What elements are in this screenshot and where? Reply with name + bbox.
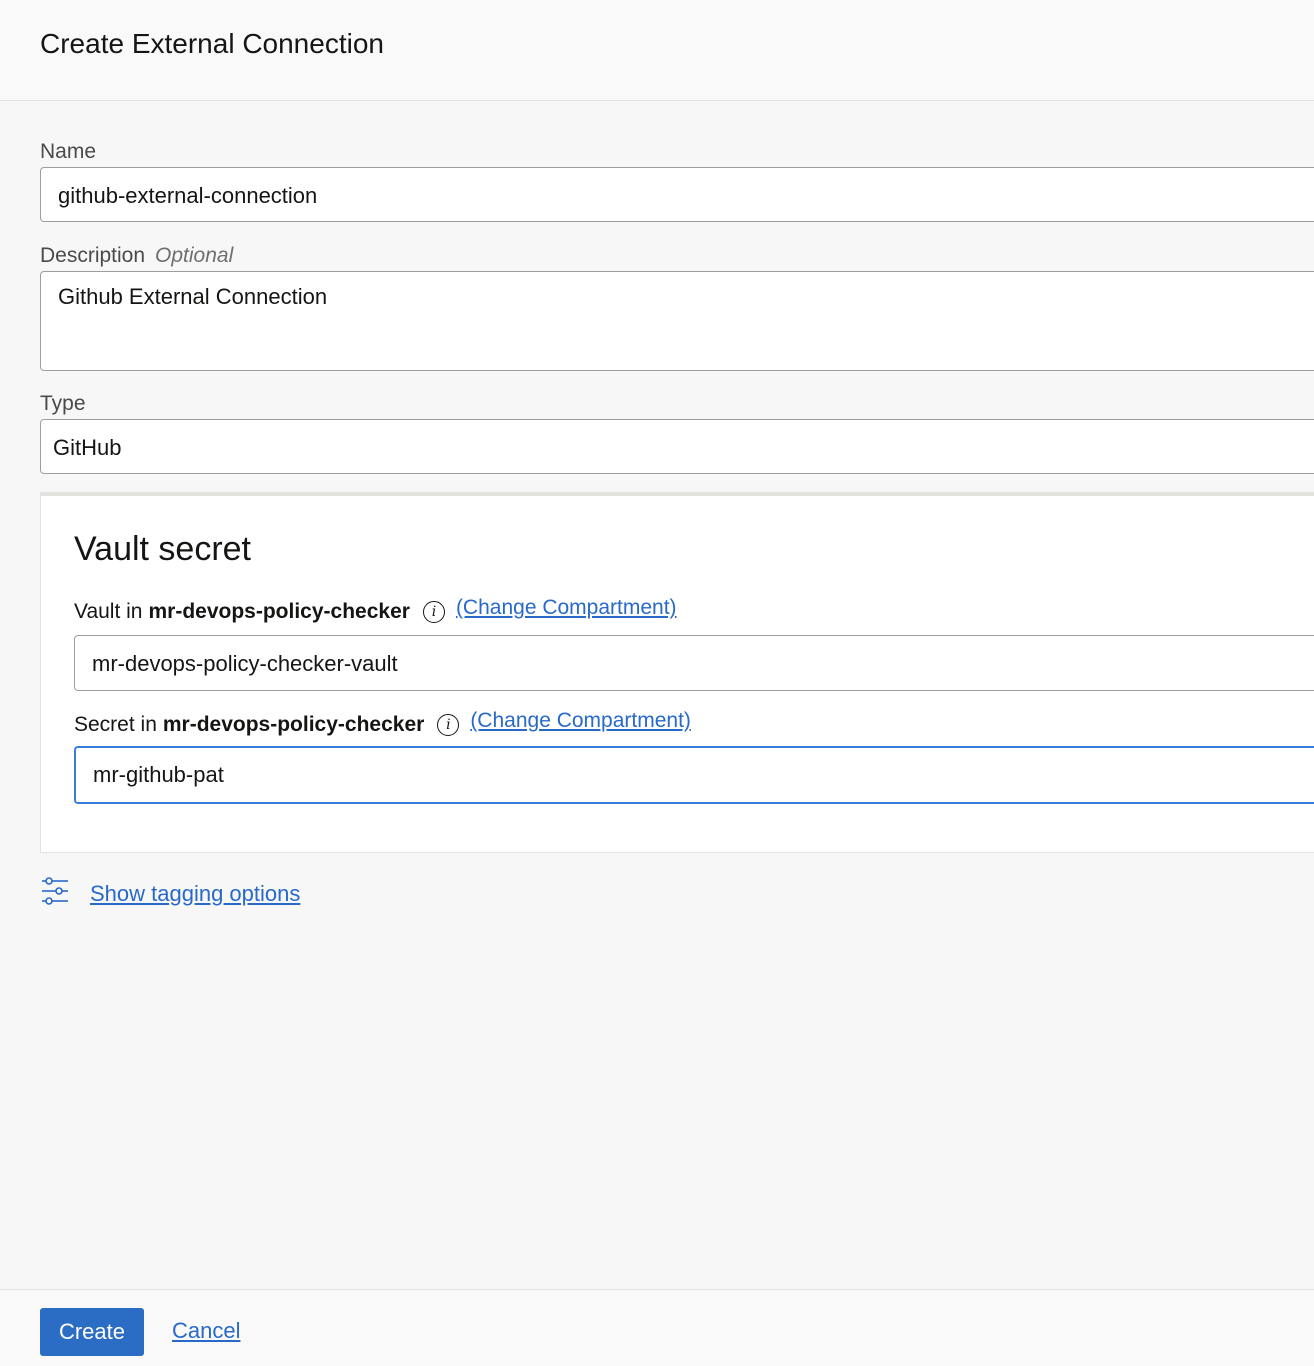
tagging-toggle[interactable]: Show tagging options xyxy=(40,876,300,911)
description-label: Description Optional xyxy=(40,244,233,268)
secret-select-value: mr-github-pat xyxy=(93,762,224,787)
vault-select[interactable]: mr-devops-policy-checker-vault xyxy=(74,635,1314,691)
vault-select-value: mr-devops-policy-checker-vault xyxy=(92,651,398,676)
type-label: Type xyxy=(40,392,86,415)
dialog-header: Create External Connection xyxy=(0,0,1314,101)
secret-label: Secret in mr-devops-policy-checker i (Ch… xyxy=(74,709,691,737)
secret-label-prefix: Secret in xyxy=(74,713,157,736)
secret-change-compartment-link[interactable]: (Change Compartment) xyxy=(470,709,691,733)
vault-change-compartment-link[interactable]: (Change Compartment) xyxy=(456,596,677,620)
cancel-link[interactable]: Cancel xyxy=(172,1318,240,1344)
create-button[interactable]: Create xyxy=(40,1308,144,1356)
info-icon[interactable]: i xyxy=(422,601,445,623)
vault-compartment-name: mr-devops-policy-checker xyxy=(148,600,410,623)
vault-label: Vault in mr-devops-policy-checker i (Cha… xyxy=(74,596,677,624)
secret-compartment-name: mr-devops-policy-checker xyxy=(162,713,425,736)
description-textarea[interactable]: Github External Connection xyxy=(40,271,1314,371)
vault-secret-title: Vault secret xyxy=(74,530,252,568)
vault-label-prefix: Vault in xyxy=(74,600,143,623)
description-label-text: Description xyxy=(40,244,146,267)
name-label: Name xyxy=(40,140,97,163)
vault-secret-panel: Vault secret Vault in mr-devops-policy-c… xyxy=(40,492,1314,853)
optional-tag: Optional xyxy=(155,244,234,267)
sliders-icon xyxy=(40,876,70,911)
show-tagging-options-link[interactable]: Show tagging options xyxy=(90,881,300,907)
name-input[interactable]: github-external-connection xyxy=(40,167,1314,222)
secret-select[interactable]: mr-github-pat xyxy=(74,746,1314,804)
dialog-footer: Create Cancel xyxy=(0,1289,1314,1366)
info-icon[interactable]: i xyxy=(437,714,460,736)
name-input-value: github-external-connection xyxy=(58,183,318,208)
page-title: Create External Connection xyxy=(40,28,384,59)
type-select[interactable]: GitHub xyxy=(40,419,1314,474)
description-value: Github External Connection xyxy=(58,284,328,309)
type-select-value: GitHub xyxy=(53,435,122,460)
